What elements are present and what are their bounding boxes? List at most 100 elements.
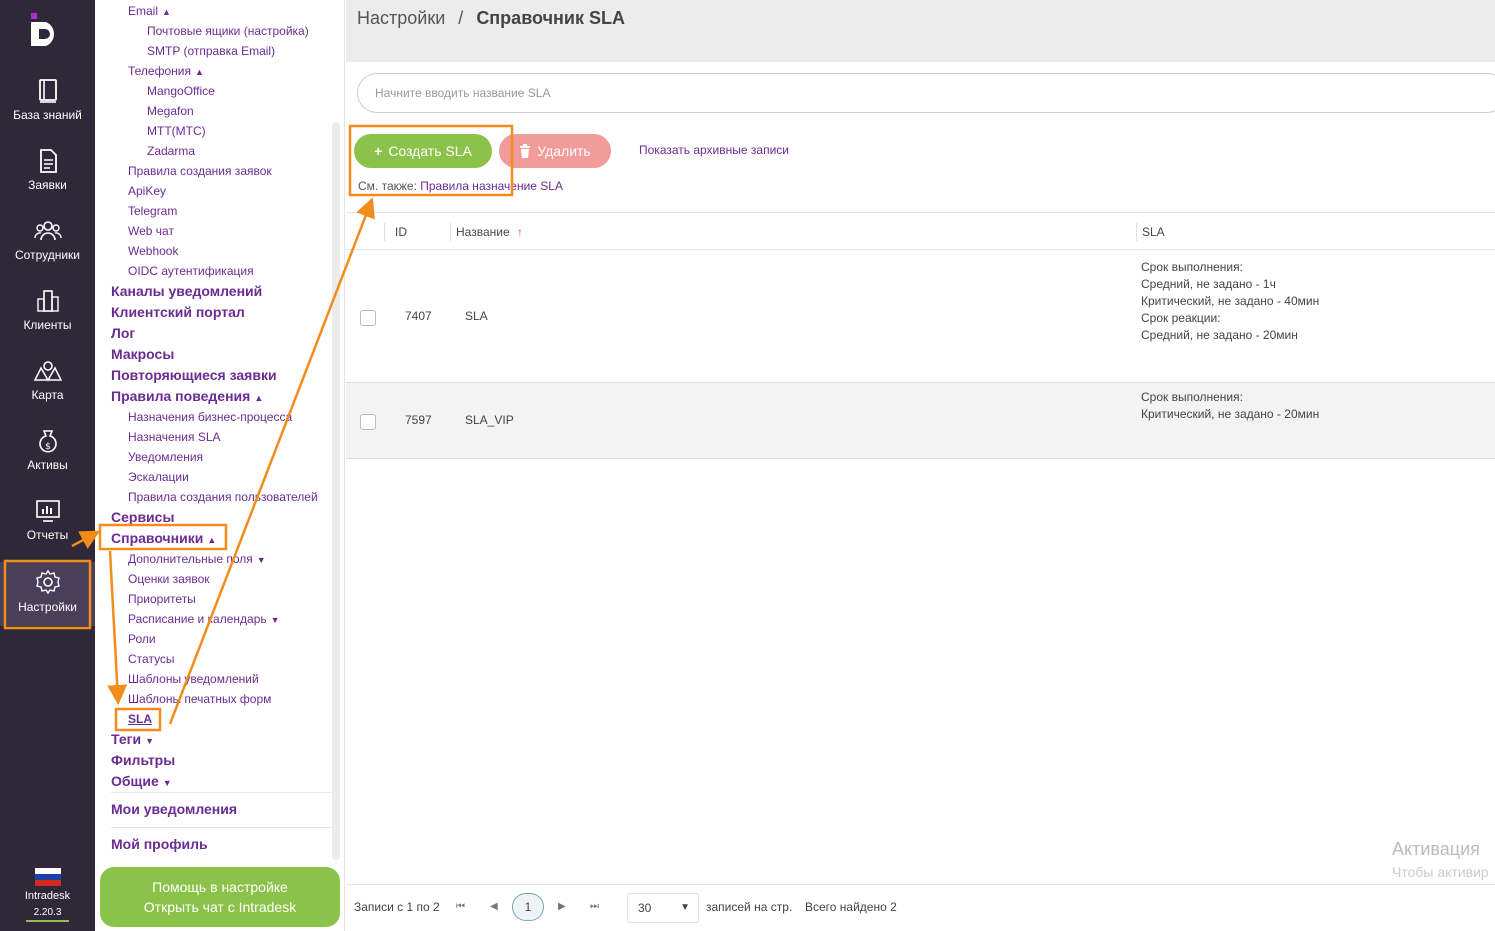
per-page-select[interactable]: 30 ▼ (627, 893, 699, 923)
menu-item-priorities[interactable]: Приоритеты (128, 592, 196, 606)
menu-item-recurring[interactable]: Повторяющиеся заявки (111, 367, 277, 383)
menu-item-oidc[interactable]: OIDC аутентификация (128, 264, 254, 278)
left-rail: База знаний Заявки Сотрудники Клиенты Ка… (0, 0, 95, 931)
chart-monitor-icon (35, 500, 60, 522)
sla-line: Срок реакции: (1141, 311, 1221, 325)
rail-item-tickets[interactable]: Заявки (0, 148, 95, 214)
people-icon (33, 221, 62, 241)
menu-item-telephony[interactable]: Телефония ▲ (128, 64, 204, 78)
menu-item-webhook[interactable]: Webhook (128, 244, 178, 258)
prev-page-icon[interactable]: ◀ (490, 901, 498, 912)
breadcrumb-root[interactable]: Настройки (357, 8, 445, 28)
menu-item-general[interactable]: Общие ▼ (111, 773, 172, 789)
menu-item-log[interactable]: Лог (111, 325, 135, 341)
menu-item-tags[interactable]: Теги ▼ (111, 731, 154, 747)
menu-item-roles[interactable]: Роли (128, 632, 156, 646)
menu-item-bp-assign[interactable]: Назначения бизнес-процесса (128, 410, 292, 424)
menu-item-notify-templates[interactable]: Шаблоны уведомлений (128, 672, 259, 686)
page-current[interactable]: 1 (512, 893, 544, 921)
column-header-id[interactable]: ID (395, 225, 407, 239)
menu-item-sla[interactable]: SLA (128, 712, 152, 726)
menu-item-escalations[interactable]: Эскалации (128, 470, 189, 484)
menu-item-telegram[interactable]: Telegram (128, 204, 177, 218)
column-header-sla[interactable]: SLA (1142, 225, 1165, 239)
plus-icon: + (374, 143, 383, 159)
menu-item-statuses[interactable]: Статусы (128, 652, 175, 666)
menu-item-notifications[interactable]: Уведомления (128, 450, 203, 464)
menu-item-zadarma[interactable]: Zadarma (147, 144, 195, 158)
first-page-icon[interactable]: ⏮ (456, 901, 465, 912)
rail-item-employees[interactable]: Сотрудники (0, 218, 95, 284)
menu-item-ticket-rules[interactable]: Правила создания заявок (128, 164, 272, 178)
breadcrumb: Настройки / Справочник SLA (357, 8, 625, 29)
menu-item-user-rules[interactable]: Правила создания пользователей (128, 490, 318, 504)
menu-item-services[interactable]: Сервисы (111, 509, 174, 525)
menu-item-webchat[interactable]: Web чат (128, 224, 174, 238)
triangle-up-icon: ▲ (254, 393, 264, 403)
row-checkbox[interactable] (360, 310, 376, 326)
menu-item-macros[interactable]: Макросы (111, 346, 174, 362)
per-page-label: записей на стр. (706, 900, 793, 914)
menu-scrollbar[interactable] (332, 122, 340, 860)
rail-label: Активы (27, 458, 68, 472)
menu-item-my-notifications[interactable]: Мои уведомления (111, 801, 237, 817)
menu-item-mts[interactable]: МТТ(МТС) (147, 124, 206, 138)
next-page-icon[interactable]: ▶ (558, 901, 566, 912)
sla-line: Срок выполнения: (1141, 390, 1243, 404)
menu-item-sla-assign[interactable]: Назначения SLA (128, 430, 221, 444)
delete-label: Удалить (537, 143, 591, 159)
sla-line: Срок выполнения: (1141, 260, 1243, 274)
rail-item-map[interactable]: Карта (0, 358, 95, 424)
menu-item-print-templates[interactable]: Шаблоны печатных форм (128, 692, 271, 706)
rail-label: Клиенты (23, 318, 72, 332)
row-checkbox[interactable] (360, 414, 376, 430)
table-row[interactable]: 7407 SLA Срок выполнения: Средний, не за… (346, 251, 1495, 383)
menu-item-apikey[interactable]: ApiKey (128, 184, 166, 198)
breadcrumb-separator: / (458, 8, 464, 28)
see-also-link[interactable]: Правила назначение SLA (420, 179, 563, 193)
brand-name: Intradesk (24, 890, 71, 902)
menu-item-filters[interactable]: Фильтры (111, 752, 175, 768)
last-page-icon[interactable]: ⏭ (590, 901, 599, 912)
row-name[interactable]: SLA (465, 309, 488, 323)
rail-item-reports[interactable]: Отчеты (0, 498, 95, 564)
menu-item-client-portal[interactable]: Клиентский портал (111, 304, 245, 320)
help-chat-button[interactable]: Помощь в настройке Открыть чат с Intrade… (100, 867, 340, 927)
create-sla-button[interactable]: + Создать SLA (354, 134, 492, 168)
russian-flag-icon[interactable] (34, 868, 61, 886)
activation-watermark-sub: Чтобы активир (1392, 864, 1489, 880)
menu-item-mailboxes[interactable]: Почтовые ящики (настройка) (147, 24, 309, 38)
menu-item-extra-fields[interactable]: Дополнительные поля ▼ (128, 552, 266, 566)
rail-item-assets[interactable]: $ Активы (0, 428, 95, 494)
building-icon (36, 290, 59, 312)
menu-item-my-profile[interactable]: Мой профиль (111, 836, 208, 852)
table-row[interactable]: 7597 SLA_VIP Срок выполнения: Критически… (346, 383, 1495, 459)
menu-item-schedule[interactable]: Расписание и календарь ▼ (128, 612, 280, 626)
menu-item-megafon[interactable]: Megafon (147, 104, 194, 118)
menu-item-mango[interactable]: MangoOffice (147, 84, 215, 98)
row-sla: Срок выполнения: Средний, не задано - 1ч… (1141, 259, 1319, 344)
map-icon (33, 361, 62, 382)
delete-button[interactable]: Удалить (499, 134, 611, 168)
rail-item-settings[interactable]: Настройки (0, 562, 95, 626)
menu-item-directories[interactable]: Справочники ▲ (111, 530, 216, 546)
menu-item-behavior[interactable]: Правила поведения ▲ (111, 388, 263, 404)
column-header-name[interactable]: Название ↑ (456, 225, 523, 239)
main-content: Настройки / Справочник SLA Начните вводи… (346, 0, 1495, 931)
column-divider (450, 223, 451, 241)
menu-item-ratings[interactable]: Оценки заявок (128, 572, 210, 586)
help-line-2: Открыть чат с Intradesk (143, 899, 297, 915)
page-header: Настройки / Справочник SLA (346, 0, 1495, 62)
show-archive-link[interactable]: Показать архивные записи (639, 143, 789, 157)
app: База знаний Заявки Сотрудники Клиенты Ка… (0, 0, 1495, 931)
row-name[interactable]: SLA_VIP (465, 413, 514, 427)
rail-item-knowledge-base[interactable]: База знаний (0, 78, 95, 144)
search-input[interactable]: Начните вводить название SLA (357, 73, 1495, 113)
rail-item-clients[interactable]: Клиенты (0, 288, 95, 354)
intradesk-logo (31, 13, 54, 46)
trash-icon (520, 144, 531, 158)
see-also: См. также: Правила назначение SLA (358, 179, 563, 193)
menu-item-smtp[interactable]: SMTP (отправка Email) (147, 44, 275, 58)
menu-item-notify-channels[interactable]: Каналы уведомлений (111, 283, 262, 299)
menu-item-email[interactable]: Email ▲ (128, 4, 171, 18)
